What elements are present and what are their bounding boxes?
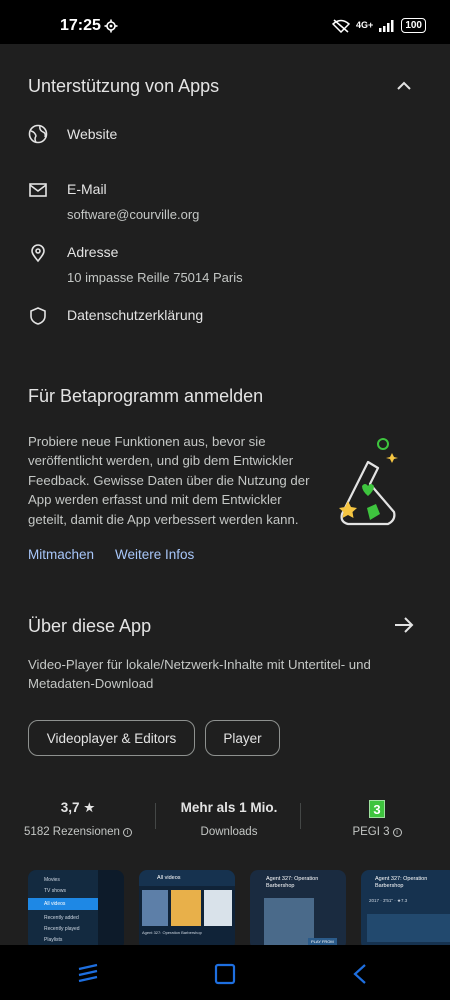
screenshot-title: All videos [139,870,235,886]
join-beta-link[interactable]: Mitmachen [28,547,94,562]
beta-line: geteilt, damit die App verbessert werden… [28,511,299,527]
app-screenshot[interactable]: Movies TV shows All videos Recently adde… [28,870,124,950]
shield-icon [30,307,46,325]
status-icons: 4G+ 100 [332,18,426,33]
location-pin-icon [31,244,45,263]
beta-line: veröffentlicht werden, und gib dem Entwi… [28,453,294,469]
screenshot-poster [204,890,232,926]
downloads-label: Downloads [200,826,258,838]
address-value[interactable]: 10 impasse Reille 75014 Paris [67,270,243,285]
screenshot-meta: 2017 · 3'51" · ★7.3 [369,898,408,903]
back-icon[interactable] [351,963,369,985]
screenshot-menu-item: TV shows [44,888,66,894]
beta-line: Probiere neue Funktionen aus, bevor sie [28,434,266,449]
app-screenshot[interactable]: Agent 327: Operation Barbershop 2017 · 3… [361,870,450,950]
about-description: Video-Player für lokale/Netzwerk-Inhalte… [28,655,428,694]
about-line: Video-Player für lokale/Netzwerk-Inhalte… [28,657,371,672]
reviews-count: 5182 Rezensionen i [18,826,138,838]
beta-section-title: Für Betaprogramm anmelden [28,386,264,406]
status-bar: 17:25 4G+ 100 [0,0,450,44]
screenshot-text-block [367,914,450,942]
screenshot-title: Agent 327: Operation Barbershop [266,876,319,889]
network-type: 4G+ [356,20,374,30]
stat-divider [300,803,301,829]
wifi-off-icon [332,18,351,33]
app-screenshot[interactable]: All videos Agent 327: Operation Barbersh… [139,870,235,950]
support-section-title: Unterstützung von Apps [28,76,220,96]
category-chip[interactable]: Player [205,720,280,756]
rating-value: 3,7 ★ [60,800,96,815]
arrow-right-icon[interactable] [393,615,415,635]
email-label[interactable]: E-Mail [67,181,107,197]
more-info-link[interactable]: Weitere Infos [115,547,194,562]
privacy-policy-link[interactable]: Datenschutzerklärung [67,307,203,323]
settings-gear-icon [104,19,118,33]
about-line: Metadaten-Download [28,676,154,692]
system-nav-bar [0,945,450,1000]
home-icon[interactable] [214,963,236,985]
status-time: 17:25 [60,17,101,34]
rating-stat[interactable]: 3,7 ★ 5182 Rezensionen i [18,800,138,838]
screenshot-menu-item: All videos [28,898,98,910]
chevron-up-icon[interactable] [396,80,412,92]
beta-line: Feedback. Gewisse Daten über die Nutzung… [28,472,310,488]
info-icon: i [122,828,132,837]
pegi-label: PEGI 3i [318,826,436,838]
info-icon: i [392,828,402,837]
signal-icon [379,19,394,32]
screenshot-menu-item: Recently added [44,915,79,921]
screenshot-menu-item: Playlists [44,937,63,943]
screenshot-menu-item: Movies [44,877,60,883]
pegi-badge-icon: 3 [318,800,436,818]
email-icon [29,183,47,197]
app-screenshot[interactable]: Agent 327: Operation Barbershop PLAY FRO… [250,870,346,950]
recent-apps-icon[interactable] [76,963,100,983]
beta-line: App werden erfasst und mit dem Entwickle… [28,492,282,508]
downloads-value: Mehr als 1 Mio. [180,800,278,815]
screenshot-menu-item: Recently played [44,926,80,932]
screenshot-title: Agent 327: Operation Barbershop [375,876,428,889]
screenshot-poster [171,890,201,926]
screenshot-play-button: PLAY FROM [308,938,337,945]
screenshot-poster [264,898,314,948]
website-link[interactable]: Website [67,126,117,142]
screenshot-caption: Agent 327: Operation Barbershop [142,930,202,935]
category-chip[interactable]: Videoplayer & Editors [28,720,195,756]
lab-flask-icon [339,438,398,526]
downloads-stat: Mehr als 1 Mio. Downloads [168,800,290,838]
email-value[interactable]: software@courville.org [67,207,199,222]
beta-description: Probiere neue Funktionen aus, bevor sie … [28,432,318,529]
about-section-title: Über diese App [28,616,152,636]
address-label[interactable]: Adresse [67,244,118,260]
globe-icon [28,124,48,144]
stat-divider [155,803,156,829]
pegi-stat[interactable]: 3 PEGI 3i [318,800,436,838]
battery-indicator: 100 [401,18,426,33]
screenshot-poster [142,890,168,926]
